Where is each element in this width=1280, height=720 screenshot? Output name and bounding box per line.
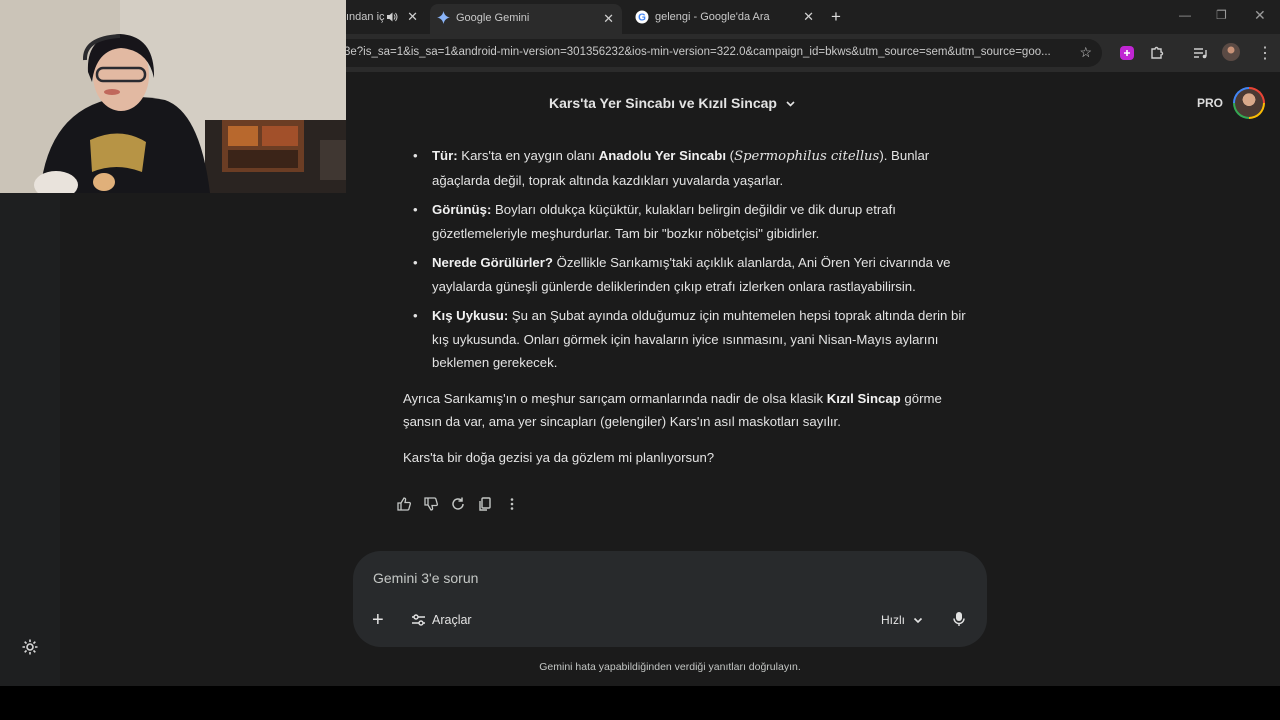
- tab-media[interactable]: ından iç ✕: [346, 4, 426, 30]
- model-speed-selector[interactable]: Hızlı: [881, 613, 923, 627]
- webcam-overlay: [0, 0, 346, 193]
- letterbox-bar: [0, 686, 1280, 720]
- regenerate-icon[interactable]: [450, 496, 466, 512]
- close-tab-icon[interactable]: ✕: [407, 9, 418, 25]
- tab-google-search[interactable]: G gelengi - Google'da Ara ✕: [626, 4, 822, 30]
- browser-menu-icon[interactable]: ⋮: [1257, 43, 1273, 63]
- google-logo-icon: G: [635, 10, 649, 24]
- avatar-photo: [1235, 89, 1263, 117]
- list-item: Tür: Kars'ta en yaygın olanı Anadolu Yer…: [403, 144, 983, 192]
- copy-icon[interactable]: [477, 496, 493, 512]
- tab-title: Google Gemini: [456, 12, 530, 24]
- bullet-term: Kış Uykusu:: [432, 308, 509, 323]
- chevron-down-icon: [913, 617, 923, 624]
- bullet-term: Görünüş:: [432, 202, 492, 217]
- response-question: Kars'ta bir doğa gezisi ya da gözlem mi …: [403, 449, 715, 465]
- settings-gear-icon[interactable]: [21, 638, 39, 656]
- paragraph-text: Ayrıca Sarıkamış'ın o meşhur sarıçam orm…: [403, 390, 827, 406]
- bullet-text: Şu an Şubat ayında olduğumuz için muhtem…: [432, 308, 966, 370]
- bullet-term: Tür:: [432, 148, 458, 163]
- account-avatar[interactable]: [1233, 87, 1265, 119]
- response-content: Tür: Kars'ta en yaygın olanı Anadolu Yer…: [403, 144, 983, 469]
- close-tab-icon[interactable]: ✕: [603, 11, 614, 27]
- minimize-icon[interactable]: —: [1179, 8, 1191, 22]
- bullet-text: Kars'ta en yaygın olanı: [457, 148, 599, 163]
- profile-avatar-icon[interactable]: [1222, 43, 1240, 61]
- bullet-text: Boyları oldukça küçüktür, kulakları beli…: [432, 202, 896, 241]
- bookmark-star-icon[interactable]: ☆: [1079, 44, 1092, 61]
- webcam-feed-image: [0, 0, 346, 193]
- thumbs-up-icon[interactable]: [396, 496, 412, 512]
- thumbs-down-icon[interactable]: [423, 496, 439, 512]
- paragraph-bold: Kızıl Sincap: [826, 390, 901, 406]
- prompt-input[interactable]: Gemini 3'e sorun: [373, 570, 478, 586]
- speed-label: Hızlı: [881, 613, 905, 627]
- speaker-icon[interactable]: [386, 11, 398, 23]
- list-item: Nerede Görülürler? Özellikle Sarıkamış't…: [403, 251, 983, 298]
- response-bullets: Tür: Kars'ta en yaygın olanı Anadolu Yer…: [403, 144, 983, 375]
- response-actions: [396, 496, 520, 512]
- close-window-icon[interactable]: ✕: [1254, 7, 1266, 24]
- address-bar[interactable]: 3e?is_sa=1&is_sa=1&android-min-version=3…: [330, 39, 1102, 67]
- microphone-icon[interactable]: [952, 611, 966, 627]
- list-item: Görünüş: Boyları oldukça küçüktür, kulak…: [403, 198, 983, 245]
- prompt-box[interactable]: Gemini 3'e sorun + Araçlar Hızlı: [353, 551, 987, 647]
- tab-title: gelengi - Google'da Ara: [655, 11, 770, 23]
- chevron-down-icon: [786, 100, 795, 107]
- disclaimer-text: Gemini hata yapabildiğinden verdiği yanı…: [539, 661, 801, 673]
- list-item: Kış Uykusu: Şu an Şubat ayında olduğumuz…: [403, 304, 983, 375]
- tab-google-gemini[interactable]: Google Gemini ✕: [430, 4, 622, 34]
- sliders-icon: [412, 614, 425, 626]
- media-control-icon[interactable]: [1192, 45, 1208, 61]
- more-options-icon[interactable]: [504, 496, 520, 512]
- tools-button[interactable]: Araçlar: [411, 613, 472, 627]
- add-attachment-icon[interactable]: +: [372, 609, 384, 632]
- extensions-icon[interactable]: [1149, 45, 1165, 61]
- extension-puzzle-purple-icon[interactable]: [1119, 45, 1135, 61]
- close-tab-icon[interactable]: ✕: [803, 9, 814, 25]
- conversation-title-text: Kars'ta Yer Sincabı ve Kızıl Sincap: [549, 95, 777, 111]
- tools-label: Araçlar: [432, 613, 472, 627]
- svg-text:G: G: [638, 13, 646, 24]
- tab-title: ından iç: [346, 11, 385, 23]
- gemini-logo-icon: [437, 11, 450, 24]
- screen: ından iç ✕ Google Gemini ✕ G gelengi - G…: [0, 0, 1280, 720]
- response-paragraph: Ayrıca Sarıkamış'ın o meşhur sarıçam orm…: [403, 387, 983, 434]
- latin-name: Spermophilus citellus: [734, 149, 880, 164]
- new-tab-icon[interactable]: +: [831, 7, 841, 27]
- bullet-bold: Anadolu Yer Sincabı: [598, 148, 726, 163]
- conversation-title[interactable]: Kars'ta Yer Sincabı ve Kızıl Sincap: [549, 95, 796, 111]
- bullet-term: Nerede Görülürler?: [432, 255, 553, 270]
- pro-badge: PRO: [1197, 96, 1224, 110]
- url-text[interactable]: 3e?is_sa=1&is_sa=1&android-min-version=3…: [344, 46, 1066, 58]
- restore-icon[interactable]: ❐: [1216, 8, 1227, 22]
